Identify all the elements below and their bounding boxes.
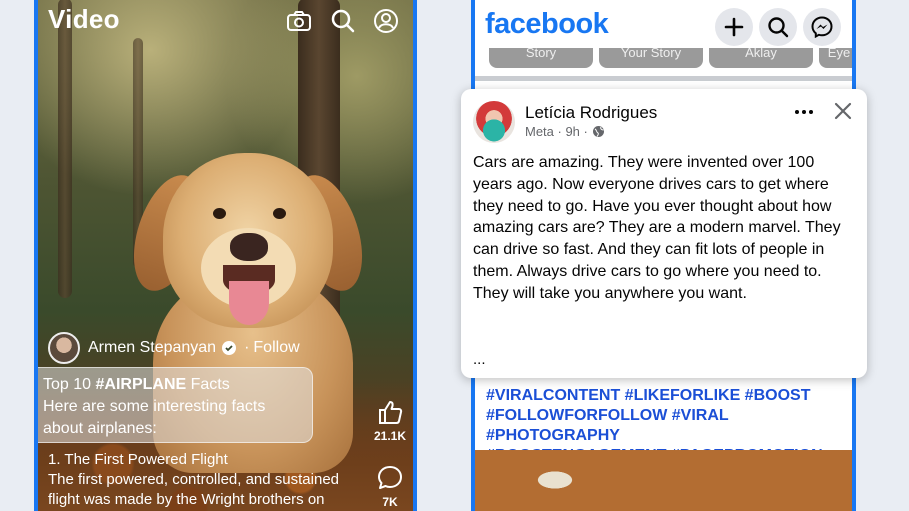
- verified-badge-icon: [222, 341, 237, 355]
- post-meta: Meta · 9h ·: [525, 124, 605, 139]
- close-icon[interactable]: [833, 101, 853, 121]
- hashtag-line[interactable]: #FOLLOWFORFOLLOW #VIRAL #PHOTOGRAPHY: [486, 406, 846, 446]
- like-count: 21.1K: [373, 429, 407, 443]
- search-button[interactable]: [759, 8, 797, 46]
- avatar[interactable]: [473, 101, 515, 143]
- globe-icon: [592, 126, 604, 137]
- story-card[interactable]: Story: [489, 48, 593, 68]
- messenger-button[interactable]: [803, 8, 841, 46]
- video-description: 1. The First Powered Flight The first po…: [48, 451, 339, 508]
- comment-count: 7K: [382, 495, 398, 509]
- messenger-icon: [811, 16, 833, 38]
- more-options-icon[interactable]: [793, 101, 815, 123]
- create-button[interactable]: [715, 8, 753, 46]
- video-author: Armen Stepanyan · Follow: [48, 332, 300, 364]
- post-image[interactable]: [475, 450, 852, 511]
- author-name[interactable]: Armen Stepanyan: [88, 339, 216, 357]
- plus-icon: [724, 17, 744, 37]
- like-button[interactable]: 21.1K: [370, 398, 410, 443]
- video-caption[interactable]: Top 10 #AIRPLANE Facts Here are some int…: [38, 367, 313, 443]
- thumbs-up-icon: [379, 401, 403, 424]
- story-card[interactable]: Your Story: [599, 48, 703, 68]
- story-card[interactable]: Eye: [819, 48, 852, 68]
- video-header: Video: [48, 4, 403, 38]
- search-icon: [768, 17, 789, 38]
- video-panel: Video Armen Stepanyan · Follow Top 10 #A…: [34, 0, 417, 511]
- story-card[interactable]: Aklay: [709, 48, 813, 68]
- avatar[interactable]: [48, 332, 80, 364]
- post-card: Letícia Rodrigues Meta · 9h · Cars are a…: [461, 89, 867, 378]
- page-title: Video: [48, 4, 120, 34]
- search-icon[interactable]: [330, 8, 356, 34]
- see-more-ellipsis[interactable]: ...: [473, 351, 486, 368]
- profile-icon[interactable]: [373, 8, 399, 34]
- camera-icon[interactable]: [286, 8, 312, 34]
- post-author-name[interactable]: Letícia Rodrigues: [525, 103, 657, 123]
- hashtag-line[interactable]: #VIRALCONTENT #LIKEFORLIKE #BOOST: [486, 386, 846, 406]
- divider: [475, 76, 852, 81]
- comment-button[interactable]: 7K: [370, 464, 410, 509]
- post-text: Cars are amazing. They were invented ove…: [473, 154, 841, 302]
- comment-icon: [378, 466, 402, 489]
- facebook-logo[interactable]: facebook: [485, 8, 609, 41]
- hashtag-link[interactable]: #AIRPLANE: [95, 376, 186, 393]
- follow-button[interactable]: Follow: [253, 339, 299, 357]
- separator-dot: ·: [244, 339, 250, 356]
